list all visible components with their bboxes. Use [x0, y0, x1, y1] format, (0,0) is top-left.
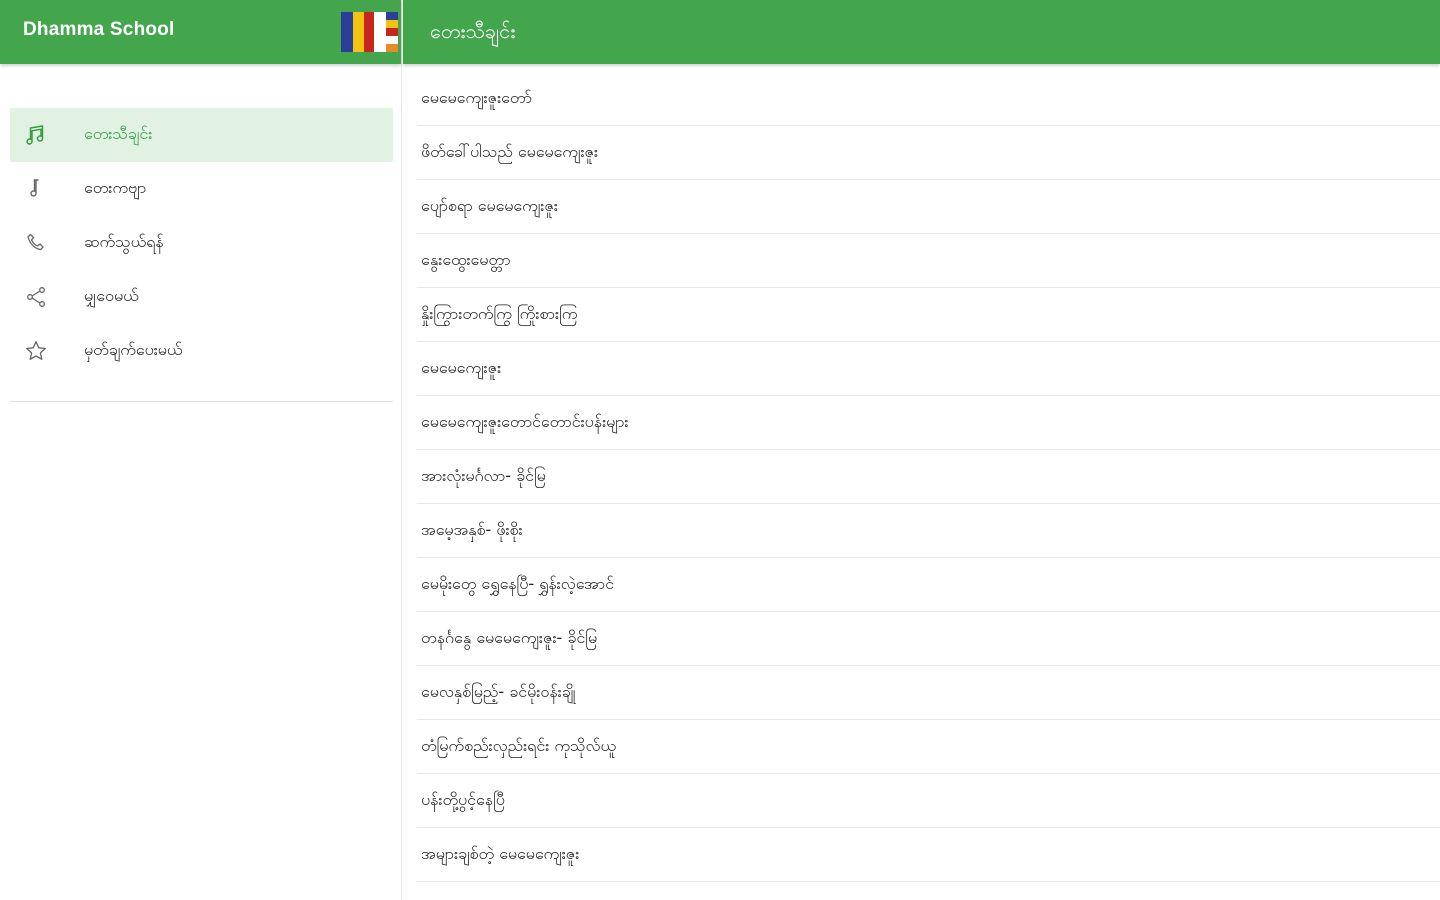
menu-item-share[interactable]: မျှဝေမယ် — [10, 270, 393, 324]
list-item[interactable]: နှိုးကြွားတက်ကြွ ကြိုးစားကြ — [417, 288, 1440, 342]
song-list: မေမေကျေးဇူးတော် ဖိတ်ခေါ်ပါသည် မေမေကျေးဇူ… — [417, 72, 1440, 882]
list-item[interactable]: အများချစ်တဲ့ မေမေကျေးဇူး — [417, 828, 1440, 882]
menu-item-rate[interactable]: မှတ်ချက်ပေးမယ် — [10, 324, 393, 378]
list-item[interactable]: မေမေကျေးဇူးတောင်တောင်းပန်းများ — [417, 396, 1440, 450]
list-item[interactable]: မေမိုးတွေ ရွှေနေပြီ- ရွှန်းလဲ့အောင် — [417, 558, 1440, 612]
list-item[interactable]: အားလုံးမင်္ဂလာ- ခိုင်မြ — [417, 450, 1440, 504]
main-content: တေးသီချင်း မေမေကျေးဇူးတော် ဖိတ်ခေါ်ပါသည်… — [403, 0, 1440, 900]
menu-divider — [10, 401, 393, 402]
page-title: တေးသီချင်း — [430, 19, 516, 43]
drawer-menu: တေးသီချင်း တေးကဗျာ ဆက်သွယ်ရန် မျှဝေမယ် မ… — [0, 108, 402, 378]
menu-item-songs[interactable]: တေးသီချင်း — [10, 108, 393, 162]
menu-item-label: မှတ်ချက်ပေးမယ် — [84, 340, 183, 359]
navigation-drawer: Dhamma School တေးသီချင်း တေးကဗျာ ဆက်သွယ်… — [0, 0, 402, 900]
list-item[interactable]: မေမေကျေးဇူး — [417, 342, 1440, 396]
menu-item-label: ဆက်သွယ်ရန် — [84, 232, 164, 251]
list-item[interactable]: တံမြက်စည်းလှည်းရင်း ကုသိုလ်ယူ — [417, 720, 1440, 774]
list-item[interactable]: အမေ့အနှစ်- ဖိုးစိုး — [417, 504, 1440, 558]
menu-item-label: တေးကဗျာ — [84, 178, 147, 197]
phone-icon — [23, 230, 49, 256]
drawer-header: Dhamma School — [0, 0, 401, 64]
menu-item-contact[interactable]: ဆက်သွယ်ရန် — [10, 216, 393, 270]
list-item[interactable]: တနင်္ဂနွေ မေမေကျေးဇူး- ခိုင်မြ — [417, 612, 1440, 666]
menu-item-label: မျှဝေမယ် — [84, 286, 139, 305]
list-item[interactable]: နွေးထွေးမေတ္တာ — [417, 234, 1440, 288]
menu-item-label: တေးသီချင်း — [84, 124, 153, 143]
list-item[interactable]: ဖိတ်ခေါ်ပါသည် မေမေကျေးဇူး — [417, 126, 1440, 180]
list-item[interactable]: ပန်းတို့ပွင့်နေပြီ — [417, 774, 1440, 828]
list-item[interactable]: မေမေကျေးဇူးတော် — [417, 72, 1440, 126]
star-icon — [23, 338, 49, 364]
music-note-icon — [23, 122, 49, 148]
share-icon — [23, 284, 49, 310]
list-item[interactable]: ပျော်စရာ မေမေကျေးဇူး — [417, 180, 1440, 234]
buddhist-flag-logo — [341, 12, 398, 52]
app-title: Dhamma School — [23, 19, 175, 40]
single-note-icon — [23, 176, 49, 202]
menu-item-poems[interactable]: တေးကဗျာ — [10, 162, 393, 216]
toolbar: တေးသီချင်း — [403, 0, 1440, 64]
list-item[interactable]: မေလနှစ်မြည့်- ခင်မိုးဝန်းချို — [417, 666, 1440, 720]
